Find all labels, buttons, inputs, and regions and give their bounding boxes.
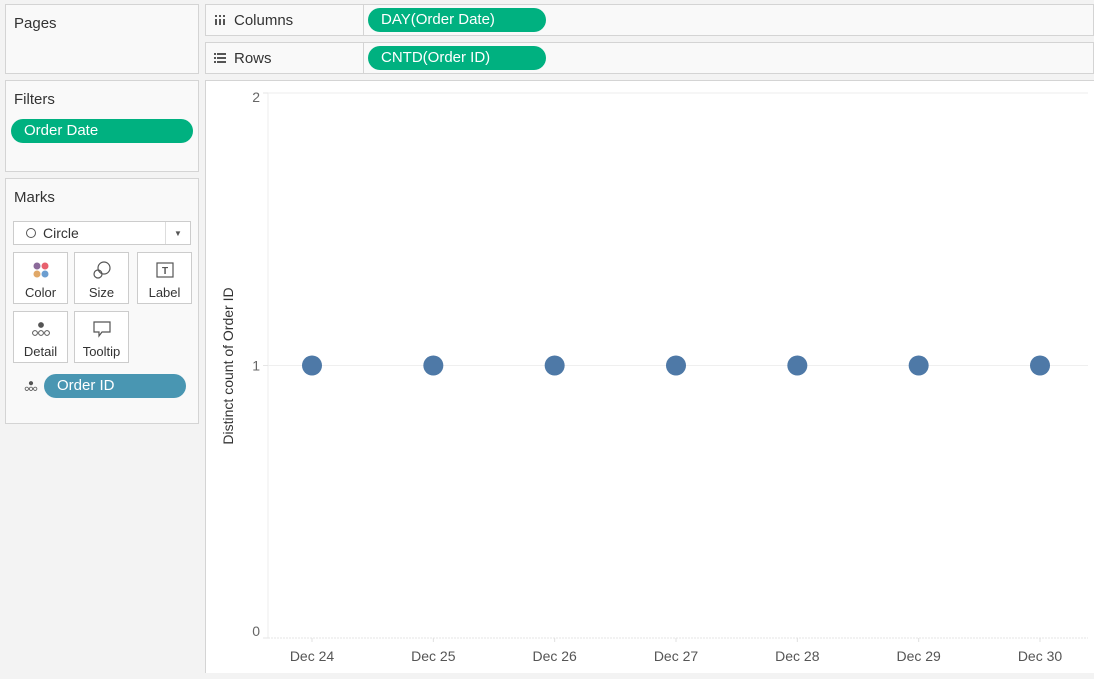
filters-title: Filters: [14, 91, 55, 108]
detail-button[interactable]: Detail: [13, 311, 68, 363]
mark-type-dropdown[interactable]: Circle ▼: [13, 221, 191, 245]
y-axis-label: Distinct count of Order ID: [220, 287, 236, 444]
viz-area: 0 1 2 Dec 24 Dec 25 Dec 26 Dec 27 Dec 28 Dec 29…: [205, 80, 1094, 673]
filter-pill-order-date[interactable]: Order Date: [11, 119, 193, 143]
x-tick-label: Dec 27: [654, 648, 699, 664]
color-label: Color: [24, 285, 57, 300]
chevron-down-icon[interactable]: ▼: [165, 222, 190, 244]
x-tick-label: Dec 25: [411, 648, 456, 664]
text-label-icon: T: [138, 261, 191, 279]
columns-shelf-label: Columns: [206, 5, 364, 35]
marks-title: Marks: [14, 189, 55, 206]
rows-shelf-label: Rows: [206, 43, 364, 73]
size-icon: [75, 261, 128, 279]
x-tick-label: Dec 26: [532, 648, 577, 664]
detail-icon: [24, 379, 38, 397]
columns-label: Columns: [234, 11, 294, 29]
columns-icon: [214, 14, 226, 26]
color-icon: [14, 261, 67, 279]
size-button[interactable]: Size: [74, 252, 129, 304]
rows-icon: [214, 52, 226, 64]
columns-shelf[interactable]: Columns DAY(Order Date): [205, 4, 1094, 36]
y-tick-label: 0: [252, 623, 260, 639]
data-point[interactable]: [544, 355, 565, 376]
y-tick-label: 2: [252, 89, 260, 105]
tooltip-label: Tooltip: [82, 344, 121, 359]
x-tick-label: Dec 30: [1018, 648, 1063, 664]
svg-text:T: T: [161, 266, 167, 277]
data-point[interactable]: [787, 355, 808, 376]
mark-field-pill-order-id[interactable]: Order ID: [44, 374, 186, 398]
data-point[interactable]: [302, 355, 322, 376]
detail-icon: [14, 320, 67, 338]
detail-label: Detail: [23, 344, 58, 359]
x-tick-label: Dec 24: [290, 648, 335, 664]
x-tick-label: Dec 29: [896, 648, 941, 664]
columns-pill[interactable]: DAY(Order Date): [368, 8, 546, 32]
marks-card: Marks Circle ▼ Color Size T Label Detail…: [5, 178, 199, 424]
tooltip-button[interactable]: Tooltip: [74, 311, 129, 363]
color-button[interactable]: Color: [13, 252, 68, 304]
tooltip-icon: [75, 320, 128, 338]
rows-pill[interactable]: CNTD(Order ID): [368, 46, 546, 70]
data-point[interactable]: [1030, 355, 1050, 376]
pages-title: Pages: [14, 15, 57, 32]
circle-icon: [26, 228, 36, 238]
rows-label: Rows: [234, 49, 272, 67]
rows-shelf[interactable]: Rows CNTD(Order ID): [205, 42, 1094, 74]
size-label: Size: [88, 285, 115, 300]
mark-type-value: Circle: [43, 225, 79, 241]
chart: 0 1 2 Dec 24 Dec 25 Dec 26 Dec 27 Dec 28 Dec 29…: [220, 89, 1088, 664]
x-tick-label: Dec 28: [775, 648, 820, 664]
data-point[interactable]: [423, 355, 444, 376]
filters-card: Filters Order Date: [5, 80, 199, 172]
label-button[interactable]: T Label: [137, 252, 192, 304]
y-tick-label: 1: [252, 358, 260, 374]
pages-card[interactable]: Pages: [5, 4, 199, 74]
data-point[interactable]: [908, 355, 929, 376]
data-point[interactable]: [666, 355, 686, 376]
label-label: Label: [148, 285, 181, 300]
